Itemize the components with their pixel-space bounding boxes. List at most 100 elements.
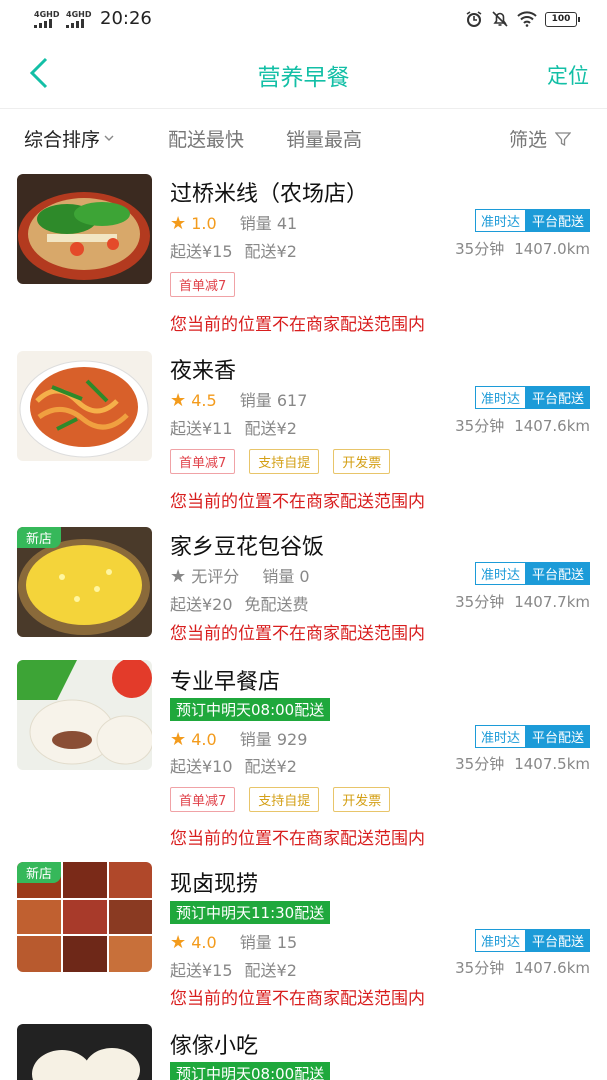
sort-comprehensive[interactable]: 综合排序: [24, 125, 114, 152]
clock: 20:26: [100, 8, 152, 29]
star-icon: ★: [170, 213, 187, 234]
shop-name: 傢傢小吃: [170, 1034, 259, 1059]
shop-card[interactable]: 专业早餐店 预订中明天08:00配送 ★ 4.0 销量 929 准时达 平台配送…: [0, 660, 607, 850]
promo-tag: 支持自提: [249, 787, 320, 812]
delivery-meta: 35分钟 1407.0km: [445, 238, 590, 259]
sort-highest-sales[interactable]: 销量最高: [286, 125, 362, 152]
shop-thumbnail: [17, 351, 152, 461]
delivery-fee: 配送¥2: [244, 961, 297, 980]
shop-thumbnail: [17, 1024, 152, 1080]
delivery-meta: 35分钟 1407.6km: [445, 415, 590, 436]
promo-tag: 开发票: [333, 787, 391, 812]
min-order: 起送¥11: [170, 419, 233, 438]
delivery-fees: 起送¥15 配送¥2: [170, 238, 309, 262]
promo-tag: 首单减7: [170, 272, 236, 297]
page-title: 营养早餐: [257, 65, 350, 91]
distance: 1407.6km: [514, 417, 590, 435]
wifi-icon: [517, 11, 537, 27]
delivery-fees: 起送¥20 免配送费: [170, 591, 321, 615]
signal-indicator-1: 4GHD: [34, 11, 59, 30]
shop-thumbnail: 新店: [17, 527, 152, 637]
shop-stats: ★ 4.0 销量 15: [170, 929, 297, 953]
delivery-fee: 配送¥2: [244, 419, 297, 438]
distance: 1407.0km: [514, 240, 590, 258]
signal-bars-icon: [34, 19, 52, 28]
promo-tag: 支持自提: [249, 449, 320, 474]
preorder-badge: 预订中明天08:00配送: [170, 698, 331, 721]
shop-name: 夜来香: [170, 359, 237, 384]
delivery-fee: 配送¥2: [244, 242, 297, 261]
shop-sales: 销量 929: [239, 730, 308, 749]
tag-platform-delivery: 平台配送: [525, 562, 590, 585]
tag-platform-delivery: 平台配送: [525, 929, 590, 952]
tag-platform-delivery: 平台配送: [525, 386, 590, 409]
distance: 1407.5km: [514, 755, 590, 773]
preorder-badge: 预订中明天08:00配送: [170, 1062, 331, 1080]
shop-card[interactable]: 新店 现卤现捞 预订中明天11:30配送 ★ 4.0 销量 15 准时达 平台配…: [0, 862, 607, 1012]
shop-rating: 4.5: [191, 391, 217, 410]
status-bar: 4GHD 4GHD 20:26 100: [0, 0, 607, 40]
shop-name: 过桥米线（农场店）: [170, 182, 369, 207]
shop-rating: 4.0: [191, 933, 217, 952]
promo-tags: 首单减7: [170, 272, 236, 297]
shop-name: 现卤现捞: [170, 872, 259, 897]
shop-card[interactable]: 新店 家乡豆花包谷饭 ★ 无评分 销量 0 准时达 平台配送 起送¥20 免配送费…: [0, 525, 607, 655]
delivery-fees: 起送¥11 配送¥2: [170, 415, 309, 439]
delivery-time: 35分钟: [455, 240, 505, 258]
shop-stats: ★ 1.0 销量 41: [170, 210, 297, 234]
food-photo-noodle-hotpot: [17, 174, 152, 284]
shop-card[interactable]: 夜来香 ★ 4.5 销量 617 准时达 平台配送 起送¥11 配送¥2 35分钟…: [0, 349, 607, 519]
filter-button[interactable]: 筛选: [509, 125, 572, 152]
delivery-time: 35分钟: [455, 593, 505, 611]
sort-fastest-delivery[interactable]: 配送最快: [168, 125, 244, 152]
delivery-fees: 起送¥10 配送¥2: [170, 753, 309, 777]
tag-ontime: 准时达: [474, 209, 526, 232]
sort-bar: 综合排序 配送最快 销量最高 筛选: [0, 109, 607, 165]
delivery-tags: 准时达 平台配送: [474, 209, 590, 232]
delivery-tags: 准时达 平台配送: [474, 725, 590, 748]
delivery-fee: 免配送费: [244, 595, 309, 614]
tag-ontime: 准时达: [474, 386, 526, 409]
tag-ontime: 准时达: [474, 929, 526, 952]
promo-tag: 首单减7: [170, 787, 236, 812]
shop-sales: 销量 617: [239, 391, 308, 410]
delivery-meta: 35分钟 1407.5km: [445, 753, 590, 774]
shop-rating: 4.0: [191, 730, 217, 749]
delivery-tags: 准时达 平台配送: [474, 562, 590, 585]
chevron-down-icon: [104, 135, 114, 141]
out-of-range-warning: 您当前的位置不在商家配送范围内: [170, 829, 425, 849]
out-of-range-warning: 您当前的位置不在商家配送范围内: [170, 315, 425, 335]
min-order: 起送¥10: [170, 757, 233, 776]
out-of-range-warning: 您当前的位置不在商家配送范围内: [170, 492, 425, 512]
shop-stats: ★ 4.0 销量 929: [170, 726, 307, 750]
network-type-label: 4GHD: [34, 10, 60, 19]
tag-platform-delivery: 平台配送: [525, 209, 590, 232]
shop-stats: ★ 4.5 销量 617: [170, 387, 307, 411]
star-icon: ★: [170, 932, 187, 953]
min-order: 起送¥15: [170, 242, 233, 261]
star-icon: ★: [170, 566, 187, 587]
locate-button[interactable]: 定位: [547, 60, 589, 90]
tag-ontime: 准时达: [474, 562, 526, 585]
delivery-tags: 准时达 平台配送: [474, 929, 590, 952]
shop-card[interactable]: 傢傢小吃 预订中明天08:00配送: [0, 1024, 607, 1080]
preorder-badge: 预订中明天11:30配送: [170, 901, 331, 924]
distance: 1407.6km: [514, 959, 590, 977]
promo-tag: 开发票: [333, 449, 391, 474]
out-of-range-warning: 您当前的位置不在商家配送范围内: [170, 624, 425, 644]
shop-stats: ★ 无评分 销量 0: [170, 563, 310, 587]
promo-tags: 首单减7 支持自提 开发票: [170, 787, 391, 812]
shop-thumbnail: [17, 174, 152, 284]
delivery-time: 35分钟: [455, 755, 505, 773]
food-photo-steamed-buns: [17, 660, 152, 770]
delivery-fees: 起送¥15 配送¥2: [170, 957, 309, 981]
delivery-tags: 准时达 平台配送: [474, 386, 590, 409]
delivery-fee: 配送¥2: [244, 757, 297, 776]
delivery-time: 35分钟: [455, 959, 505, 977]
shop-sales: 销量 0: [262, 567, 310, 586]
shop-card[interactable]: 过桥米线（农场店） ★ 1.0 销量 41 准时达 平台配送 起送¥15 配送¥2…: [0, 172, 607, 342]
signal-bars-icon: [66, 19, 84, 28]
shop-sales: 销量 15: [239, 933, 298, 952]
promo-tags: 首单减7 支持自提 开发票: [170, 449, 391, 474]
shop-thumbnail: 新店: [17, 862, 152, 972]
